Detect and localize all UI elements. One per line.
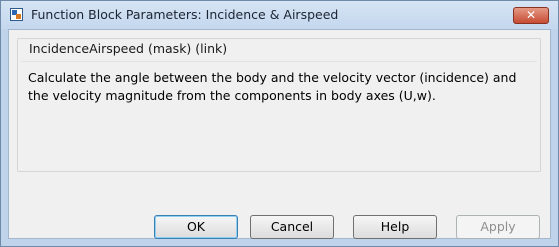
cancel-button[interactable]: Cancel bbox=[250, 215, 334, 239]
title-bar[interactable]: Function Block Parameters: Incidence & A… bbox=[1, 1, 558, 29]
apply-button[interactable]: Apply bbox=[456, 215, 540, 239]
mask-description-group: IncidenceAirspeed (mask) (link) Calculat… bbox=[17, 38, 541, 172]
help-button[interactable]: Help bbox=[353, 215, 437, 239]
dialog-body: IncidenceAirspeed (mask) (link) Calculat… bbox=[8, 29, 551, 239]
group-divider bbox=[21, 61, 537, 62]
window-title: Function Block Parameters: Incidence & A… bbox=[31, 7, 339, 22]
close-icon: ✕ bbox=[525, 8, 537, 22]
close-button[interactable]: ✕ bbox=[513, 7, 549, 24]
group-title: IncidenceAirspeed (mask) (link) bbox=[27, 41, 230, 56]
dialog-window: Function Block Parameters: Incidence & A… bbox=[0, 0, 559, 247]
block-description: Calculate the angle between the body and… bbox=[28, 70, 517, 103]
simulink-block-icon bbox=[10, 8, 23, 21]
ok-button[interactable]: OK bbox=[154, 215, 238, 239]
